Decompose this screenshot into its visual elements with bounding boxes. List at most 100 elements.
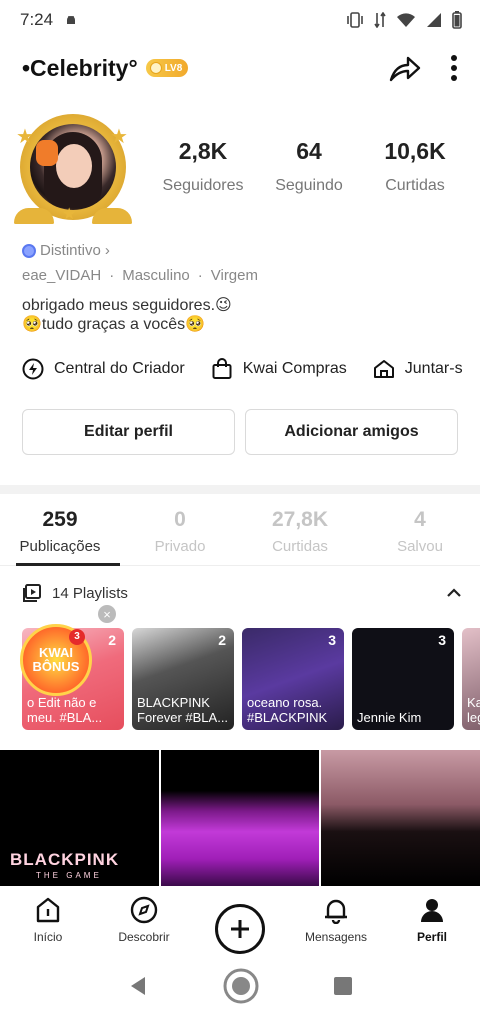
chevron-up-icon[interactable] [446, 588, 462, 598]
link-creator-center[interactable]: Central do Criador [22, 358, 185, 380]
profile-header: •Celebrity° LV8 [0, 44, 480, 92]
playlist-card[interactable]: Kac leg [462, 628, 480, 730]
video-grid: BLACKPINK THE GAME [0, 750, 480, 886]
video-thumbnail[interactable]: BLACKPINK THE GAME [0, 750, 159, 886]
game-subtitle: THE GAME [36, 871, 102, 880]
vibrate-icon [347, 12, 363, 28]
profile-actions: Editar perfil Adicionar amigos [22, 409, 458, 455]
wing-left-icon [14, 208, 54, 224]
wifi-icon [397, 13, 415, 27]
playlists-count-label: 14 Playlists [52, 584, 128, 602]
nav-discover[interactable]: Descobrir [96, 886, 192, 944]
android-notification-icon [67, 16, 76, 24]
kwai-bonus-line1: KWAI [39, 645, 73, 660]
nav-label: Descobrir [118, 930, 170, 944]
bio: obrigado meus seguidores.😉 🥺tudo graças … [22, 296, 232, 334]
active-tab-indicator [16, 563, 120, 566]
level-badge-label: LV8 [164, 62, 183, 74]
playlist-card[interactable]: 3 Jennie Kim [352, 628, 454, 730]
close-icon[interactable]: × [98, 605, 116, 623]
bio-line: 🥺tudo graças a vocês🥺 [22, 316, 206, 333]
stat-value: 2,8K [178, 138, 228, 164]
playlist-title: Kac leg [467, 695, 480, 725]
kwai-bonus-bubble[interactable]: KWAI BÔNUS 3 [20, 624, 92, 696]
link-kwai-shop[interactable]: Kwai Compras [211, 358, 347, 380]
zodiac-sign: Virgem [210, 267, 258, 284]
stat-likes[interactable]: 10,6K Curtidas [362, 138, 468, 195]
badge-shield-icon [22, 243, 36, 258]
chevron-right-icon: › [104, 242, 110, 259]
stat-followers[interactable]: 2,8K Seguidores [150, 138, 256, 195]
bio-line: obrigado meus seguidores.😉 [22, 297, 232, 314]
tab-count: 259 [42, 508, 78, 531]
nav-home[interactable]: Início [0, 886, 96, 944]
gender: Masculino [122, 267, 190, 284]
home-circle-icon[interactable] [222, 967, 260, 1005]
status-time: 7:24 [20, 10, 54, 29]
badge-link[interactable]: Distintivo › [22, 242, 110, 259]
tab-private[interactable]: 0 Privado [120, 500, 240, 565]
playlist-count: 2 [108, 632, 116, 648]
playlist-count: 3 [328, 632, 336, 648]
status-bar: 7:24 [0, 0, 480, 40]
more-options-icon[interactable] [450, 54, 458, 82]
avatar-photo [30, 124, 116, 210]
tab-count: 4 [414, 508, 426, 531]
nav-profile[interactable]: Perfil [384, 886, 480, 944]
system-nav-bar [0, 956, 480, 1016]
kwai-bonus-line2: BÔNUS [32, 659, 80, 674]
stat-label: Curtidas [385, 177, 445, 194]
separator: · [197, 267, 203, 284]
game-title: BLACKPINK [10, 850, 120, 869]
content-tabs: 259 Publicações 0 Privado 27,8K Curtidas… [0, 500, 480, 566]
username: eae_VIDAH [22, 267, 102, 284]
tab-label: Curtidas [272, 538, 328, 555]
playlists-header[interactable]: 14 Playlists [22, 584, 462, 602]
video-thumbnail[interactable] [321, 750, 480, 886]
lightning-icon [22, 358, 44, 380]
stat-label: Seguidores [162, 177, 244, 194]
video-thumbnail[interactable] [160, 750, 320, 886]
signal-icon [427, 13, 441, 27]
link-join[interactable]: Juntar-s [373, 358, 463, 380]
section-divider [0, 485, 480, 494]
link-label: Kwai Compras [242, 360, 347, 377]
playlist-icon [23, 584, 41, 602]
link-label: Central do Criador [54, 360, 185, 377]
stat-value: 64 [296, 138, 322, 164]
person-icon [421, 899, 443, 922]
back-icon[interactable] [127, 975, 149, 997]
wing-right-icon [92, 208, 132, 224]
battery-icon [452, 11, 462, 29]
share-icon[interactable] [388, 53, 422, 83]
add-friends-button[interactable]: Adicionar amigos [245, 409, 458, 455]
avatar[interactable]: ★ ★ ★ [14, 108, 132, 226]
tab-count: 27,8K [271, 508, 329, 531]
bottom-nav: Início Descobrir Mensagens Perfil [0, 886, 480, 956]
nav-create[interactable] [192, 886, 288, 954]
nav-messages[interactable]: Mensagens [288, 886, 384, 944]
recents-icon[interactable] [333, 976, 353, 996]
stat-following[interactable]: 64 Seguindo [256, 138, 362, 195]
profile-name: •Celebrity° [22, 54, 138, 81]
nav-label: Mensagens [304, 930, 368, 944]
creator-links: Central do Criador Kwai Compras Juntar-s [22, 358, 463, 380]
tab-likes[interactable]: 27,8K Curtidas [240, 500, 360, 565]
star-icon: ★ [62, 206, 77, 223]
playlist-card[interactable]: 3 oceano rosa. #BLACKPINK [242, 628, 344, 730]
tab-label: Privado [154, 538, 206, 555]
nav-label: Início [33, 930, 63, 944]
profile-stats: 2,8K Seguidores 64 Seguindo 10,6K Curtid… [150, 138, 470, 195]
playlist-count: 2 [218, 632, 226, 648]
tab-saved[interactable]: 4 Salvou [360, 500, 480, 565]
star-icon: ★ [110, 126, 128, 148]
playlist-title: Jennie Kim [357, 710, 422, 725]
tab-publications[interactable]: 259 Publicações [0, 500, 120, 565]
home-icon [373, 360, 394, 378]
create-button[interactable] [215, 904, 265, 954]
playlist-card[interactable]: 2 BLACKPINK Forever #BLA... [132, 628, 234, 730]
edit-profile-button[interactable]: Editar perfil [22, 409, 235, 455]
level-badge[interactable]: LV8 [145, 59, 189, 77]
playlist-count: 3 [438, 632, 446, 648]
compass-icon [130, 896, 158, 924]
